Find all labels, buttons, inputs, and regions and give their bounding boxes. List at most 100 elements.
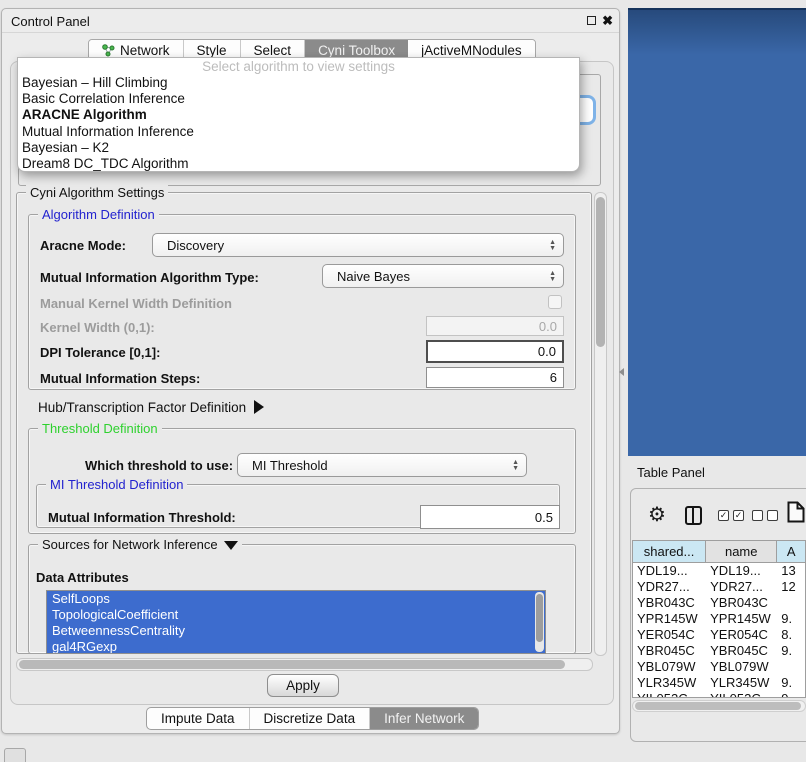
kernel-width-field[interactable]: 0.0 xyxy=(426,316,564,336)
table-row[interactable]: YBR043C YBR043C xyxy=(633,595,805,611)
aracne-mode-value: Discovery xyxy=(167,238,224,253)
table-cell[interactable]: YBR045C xyxy=(633,643,706,659)
table-cell[interactable]: YIL052C xyxy=(706,691,777,698)
table-horizontal-scrollbar[interactable] xyxy=(632,700,806,712)
tab-label: jActiveMNodules xyxy=(421,43,522,58)
column-header-shared-name[interactable]: shared... xyxy=(633,541,706,562)
expander-down-icon xyxy=(224,541,238,550)
table-cell[interactable]: 9. xyxy=(777,611,805,627)
table-cell[interactable]: YBR045C xyxy=(706,643,777,659)
checked-box-icon: ✓ xyxy=(733,510,744,521)
list-item[interactable]: SelfLoops xyxy=(47,591,545,607)
mi-type-value: Naive Bayes xyxy=(337,269,410,284)
table-row[interactable]: YDR27... YDR27... 12 xyxy=(633,579,805,595)
table-row[interactable]: YBR045C YBR045C 9. xyxy=(633,643,805,659)
table-cell[interactable]: YIL052C xyxy=(633,691,706,698)
dropdown-item[interactable]: Basic Correlation Inference xyxy=(18,91,579,107)
dropdown-item-highlighted[interactable]: ARACNE Algorithm xyxy=(18,107,579,123)
dropdown-item[interactable]: Mutual Information Inference xyxy=(18,124,579,140)
table-cell[interactable]: YER054C xyxy=(706,627,777,643)
unchecked-box-icon xyxy=(752,510,763,521)
table-cell[interactable]: YBR043C xyxy=(633,595,706,611)
close-icon[interactable]: ✖ xyxy=(602,13,613,29)
attributes-list-scrollbar[interactable] xyxy=(535,592,544,652)
table-cell[interactable]: YPR145W xyxy=(706,611,777,627)
table-cell[interactable]: YLR345W xyxy=(706,675,777,691)
scrollbar-thumb[interactable] xyxy=(596,197,605,347)
dropdown-item[interactable]: Dream8 DC_TDC Algorithm xyxy=(18,156,579,172)
mi-type-combobox[interactable]: Naive Bayes ▲▼ xyxy=(322,264,564,288)
bottom-left-widget[interactable] xyxy=(4,748,26,762)
dpi-tolerance-field[interactable]: 0.0 xyxy=(426,340,564,363)
table-panel-title: Table Panel xyxy=(637,465,705,480)
list-item[interactable]: TopologicalCoefficient xyxy=(47,607,545,623)
scrollbar-thumb[interactable] xyxy=(635,702,801,710)
tab-discretize-data[interactable]: Discretize Data xyxy=(250,708,371,729)
tab-label: Select xyxy=(254,43,292,58)
mi-steps-field[interactable]: 6 xyxy=(426,367,564,388)
panel-splitter-handle[interactable] xyxy=(619,368,624,376)
scrollbar-thumb[interactable] xyxy=(19,660,565,669)
table-cell[interactable]: 9. xyxy=(777,675,805,691)
tab-impute-data[interactable]: Impute Data xyxy=(147,708,250,729)
dropdown-item[interactable]: Bayesian – K2 xyxy=(18,140,579,156)
table-cell[interactable]: YBL079W xyxy=(706,659,777,675)
table-cell[interactable]: YER054C xyxy=(633,627,706,643)
select-all-columns-icon[interactable]: ✓ ✓ xyxy=(718,510,744,521)
float-window-icon[interactable] xyxy=(587,16,596,25)
table-row[interactable]: YIL052C YIL052C 9. xyxy=(633,691,805,698)
settings-horizontal-scrollbar[interactable] xyxy=(16,658,593,671)
list-item[interactable]: BetweennessCentrality xyxy=(47,623,545,639)
cyni-algorithm-settings-title: Cyni Algorithm Settings xyxy=(26,185,168,200)
table-cell[interactable]: YDR27... xyxy=(706,579,777,595)
desktop: Control Panel ✖ Network Style Sel xyxy=(0,0,806,762)
table-cell[interactable]: 9. xyxy=(777,643,805,659)
stepper-arrows-icon: ▲▼ xyxy=(512,454,519,476)
data-attributes-list[interactable]: SelfLoops TopologicalCoefficient Between… xyxy=(46,590,546,654)
table-row[interactable]: YLR345W YLR345W 9. xyxy=(633,675,805,691)
table-cell[interactable]: YDL19... xyxy=(633,563,706,579)
network-icon xyxy=(102,44,115,57)
column-header-clipped[interactable]: A xyxy=(777,541,805,562)
table-cell[interactable]: YDR27... xyxy=(633,579,706,595)
table-cell[interactable] xyxy=(777,659,805,675)
sources-group-title[interactable]: Sources for Network Inference xyxy=(38,537,242,552)
table-cell[interactable]: YLR345W xyxy=(633,675,706,691)
node-attribute-table: shared... name A YDL19... YDL19... 13 YD… xyxy=(632,540,806,698)
scrollbar-thumb[interactable] xyxy=(536,594,543,642)
list-item[interactable]: gal4RGexp xyxy=(47,639,545,654)
apply-button[interactable]: Apply xyxy=(267,674,339,697)
tab-infer-network[interactable]: Infer Network xyxy=(370,708,478,729)
mi-threshold-field[interactable]: 0.5 xyxy=(420,505,560,529)
table-cell[interactable]: 13 xyxy=(777,563,805,579)
dropdown-item[interactable]: Bayesian – Hill Climbing xyxy=(18,75,579,91)
hub-definition-expander[interactable]: Hub/Transcription Factor Definition xyxy=(38,400,264,415)
table-cell[interactable]: YBL079W xyxy=(633,659,706,675)
table-row[interactable]: YPR145W YPR145W 9. xyxy=(633,611,805,627)
export-table-icon[interactable] xyxy=(787,501,805,523)
table-row[interactable]: YBL079W YBL079W xyxy=(633,659,805,675)
deselect-all-columns-icon[interactable] xyxy=(752,510,778,521)
which-threshold-combobox[interactable]: MI Threshold ▲▼ xyxy=(237,453,527,477)
table-cell[interactable] xyxy=(777,595,805,611)
gear-icon[interactable]: ⚙ xyxy=(648,502,666,527)
algorithm-definition-title: Algorithm Definition xyxy=(38,207,159,222)
table-row[interactable]: YER054C YER054C 8. xyxy=(633,627,805,643)
dpi-tolerance-label: DPI Tolerance [0,1]: xyxy=(40,345,160,360)
manual-kernel-checkbox[interactable] xyxy=(548,295,562,309)
table-cell[interactable]: 12 xyxy=(777,579,805,595)
column-layout-icon[interactable] xyxy=(685,506,702,525)
table-cell[interactable]: YDL19... xyxy=(706,563,777,579)
unchecked-box-icon xyxy=(767,510,778,521)
mi-type-label: Mutual Information Algorithm Type: xyxy=(40,270,259,285)
table-cell[interactable]: 9. xyxy=(777,691,805,698)
table-cell[interactable]: YBR043C xyxy=(706,595,777,611)
column-header-name[interactable]: name xyxy=(706,541,777,562)
table-row[interactable]: YDL19... YDL19... 13 xyxy=(633,563,805,579)
settings-vertical-scrollbar[interactable] xyxy=(594,192,607,656)
aracne-mode-combobox[interactable]: Discovery ▲▼ xyxy=(152,233,564,257)
table-cell[interactable]: YPR145W xyxy=(633,611,706,627)
which-threshold-value: MI Threshold xyxy=(252,458,328,473)
network-view-frame: GAL GAL80 GAL10 GAL1 GAL11 SWI4 GAL4 GCY… xyxy=(628,8,806,456)
table-cell[interactable]: 8. xyxy=(777,627,805,643)
